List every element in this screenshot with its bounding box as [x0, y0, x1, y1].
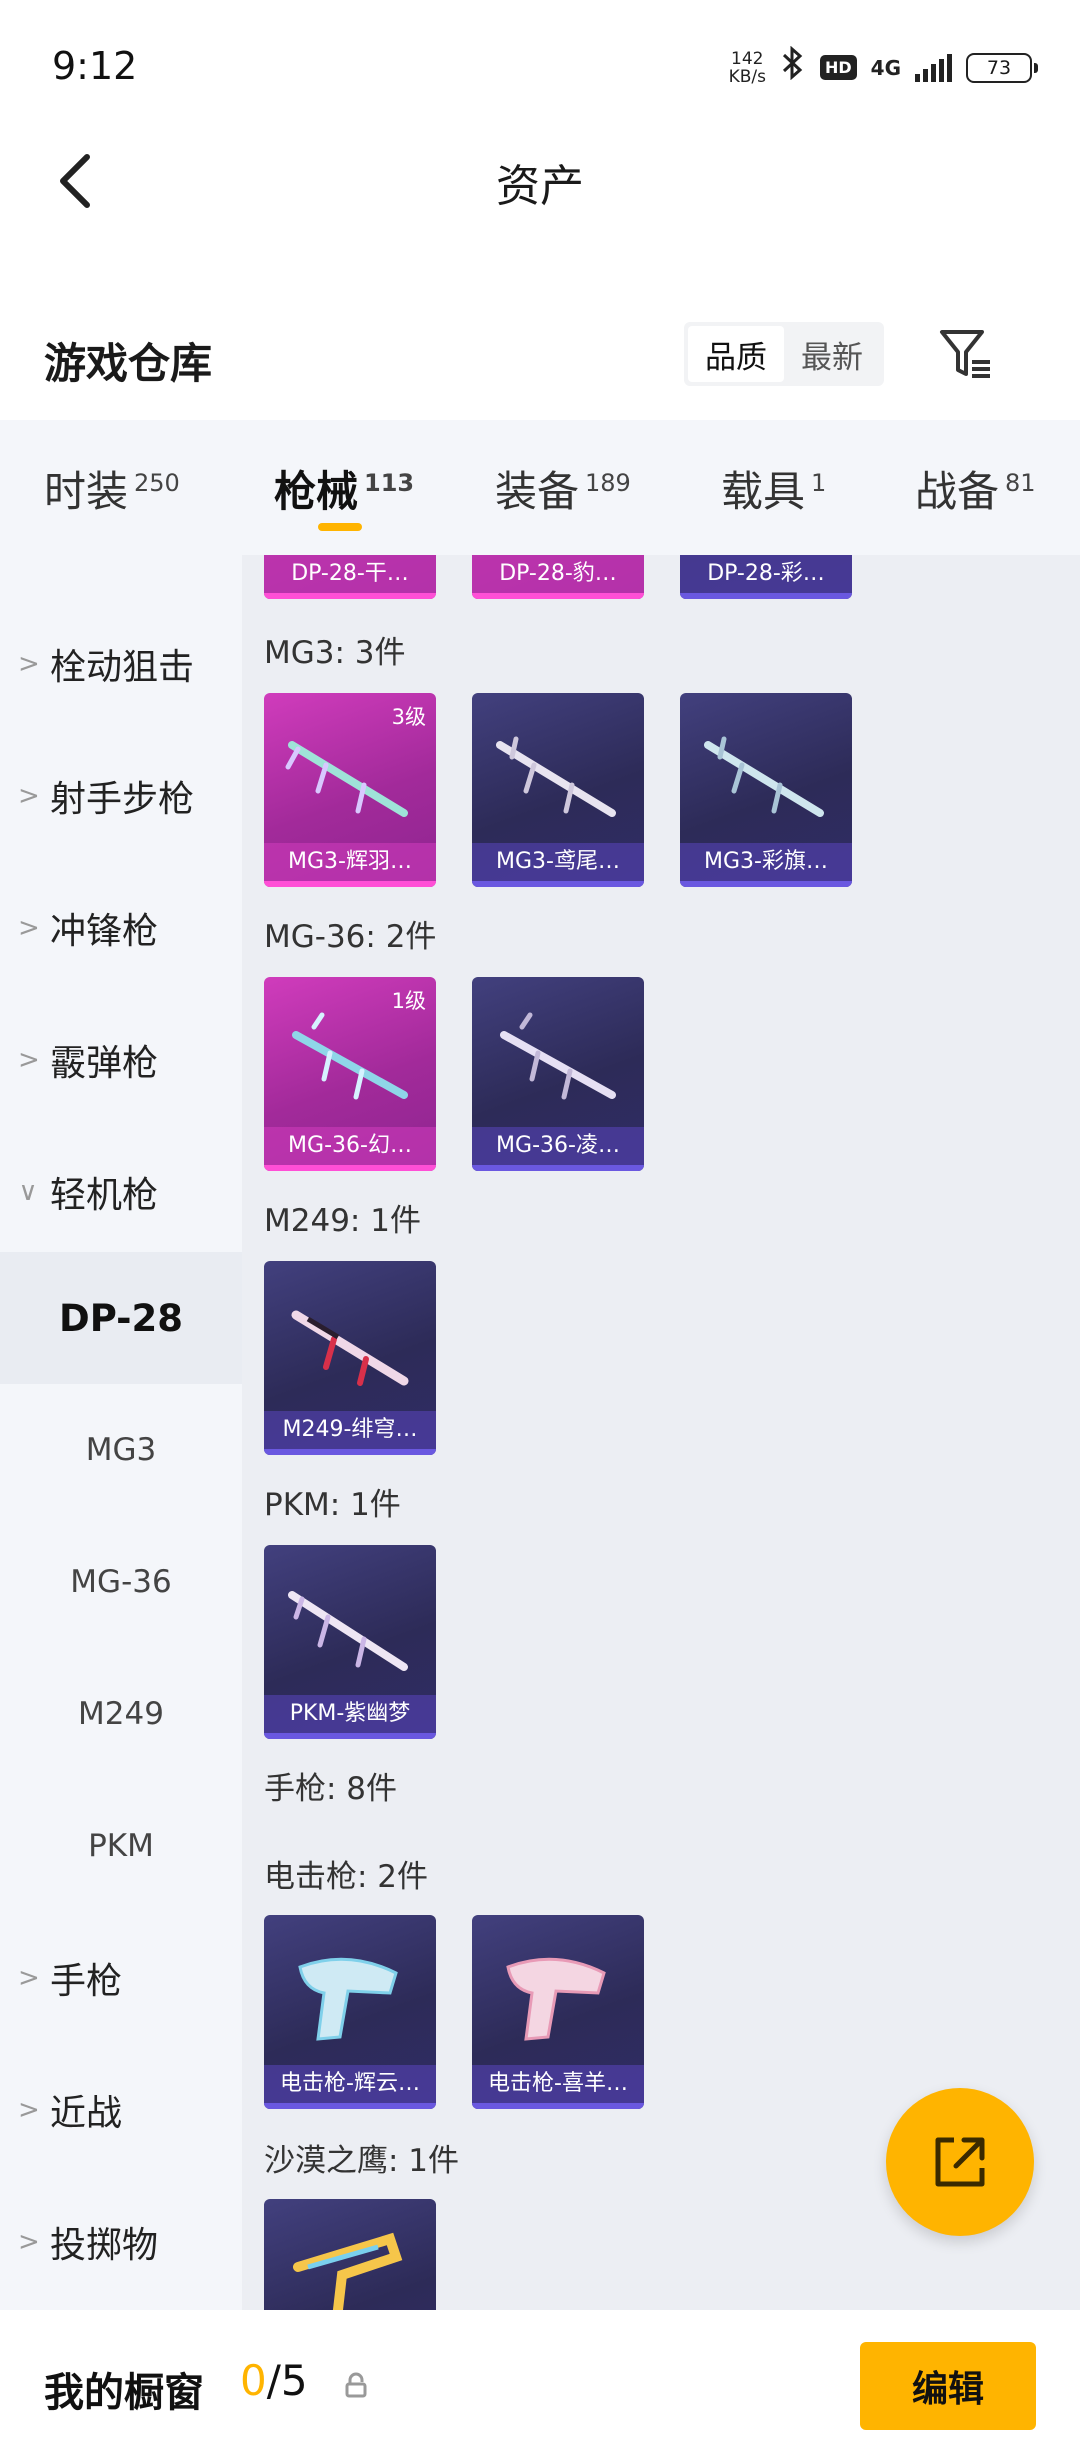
sidebar-item-smg[interactable]: > 冲锋枪 [0, 862, 242, 994]
machine-gun-image [285, 741, 408, 817]
network-type: 4G [870, 55, 901, 80]
sidebar-sub-mg3[interactable]: MG3 [0, 1384, 242, 1516]
chevron-right-icon: > [18, 2095, 40, 2125]
machine-gun-image [288, 1591, 408, 1671]
chevron-right-icon: > [18, 781, 40, 811]
machine-gun-image [291, 1310, 409, 1386]
skin-card[interactable]: MG-36-凌… [472, 977, 644, 1171]
sidebar-item-pistol[interactable]: > 手枪 [0, 1912, 242, 2044]
status-icons: 142 KB/s HD 4G 73 [728, 45, 1038, 89]
battery-icon: 73 [966, 52, 1038, 83]
group-title: MG-36: 2件 [264, 919, 437, 955]
weapon-category-sidebar: > 栓动狙击 > 射手步枪 > 冲锋枪 > 霰弹枪 ∨ 轻机枪 DP-28 MG… [0, 555, 242, 2310]
app-header: 资产 [0, 130, 1080, 250]
active-tab-indicator [318, 523, 362, 531]
share-icon [935, 2137, 985, 2187]
chevron-right-icon: > [18, 1963, 40, 1993]
skin-card[interactable]: 3级 MG3-辉羽… [264, 693, 436, 887]
network-speed: 142 KB/s [728, 48, 766, 87]
signal-icon [915, 53, 952, 82]
skin-card[interactable]: DP-28-豹… [472, 555, 644, 599]
sidebar-item-melee[interactable]: > 近战 [0, 2044, 242, 2176]
filter-icon[interactable] [934, 322, 998, 386]
weapon-skin-grid: DP-28-干… DP-28-豹… DP-28-彩… MG3: 3件 3级 MG… [242, 555, 1080, 2310]
chevron-right-icon: > [18, 2227, 40, 2257]
rifle-image [292, 1012, 408, 1100]
category-tabs: 时装 250 枪械 113 装备 189 载具 1 战备 81 [0, 420, 1080, 555]
stun-gun-image [506, 1957, 606, 2041]
group-title: MG3: 3件 [264, 635, 406, 671]
skin-card[interactable]: DP-28-干… [264, 555, 436, 599]
machine-gun-image [496, 736, 616, 817]
chevron-right-icon: > [18, 913, 40, 943]
chevron-right-icon: > [18, 1045, 40, 1075]
group-title: PKM: 1件 [264, 1487, 401, 1523]
sidebar-sub-pkm[interactable]: PKM [0, 1780, 242, 1912]
page-title: 资产 [496, 161, 584, 212]
skin-card[interactable] [264, 2199, 436, 2310]
sort-toggle: 品质 最新 [684, 322, 884, 386]
tab-vehicles[interactable]: 载具 1 [721, 458, 826, 519]
pistol-image [293, 2232, 403, 2310]
sidebar-sub-dp28[interactable]: DP-28 [0, 1252, 242, 1384]
warehouse-title: 游戏仓库 [44, 339, 213, 388]
skin-card[interactable]: 1级 MG-36-幻… [264, 977, 436, 1171]
group-title: 沙漠之鹰: 1件 [264, 2143, 460, 2179]
sidebar-item-lmg[interactable]: ∨ 轻机枪 [0, 1126, 242, 1258]
share-fab-button[interactable] [886, 2088, 1034, 2236]
status-bar: 9:12 142 KB/s HD 4G 73 [0, 0, 1080, 130]
tab-firearms[interactable]: 枪械 113 [274, 458, 414, 519]
group-title: 电击枪: 2件 [264, 1859, 429, 1895]
skin-card[interactable]: 电击枪-喜羊… [472, 1915, 644, 2109]
stun-gun-image [298, 1957, 398, 2041]
skin-card[interactable]: PKM-紫幽梦 [264, 1545, 436, 1739]
showcase-bar: 我的橱窗 0/5 编辑 [0, 2310, 1080, 2460]
skin-card[interactable]: 电击枪-辉云… [264, 1915, 436, 2109]
skin-card[interactable]: DP-28-彩… [680, 555, 852, 599]
tab-equipment[interactable]: 装备 189 [495, 458, 631, 519]
skin-card[interactable]: M249-绯穹… [264, 1261, 436, 1455]
sort-by-quality[interactable]: 品质 [688, 326, 784, 382]
group-title: 手枪: 8件 [264, 1771, 398, 1807]
tab-supplies[interactable]: 战备 81 [915, 458, 1036, 519]
sidebar-item-bolt-action[interactable]: > 栓动狙击 [0, 598, 242, 730]
sidebar-item-shotgun[interactable]: > 霰弹枪 [0, 994, 242, 1126]
skin-card[interactable]: MG3-鸢尾… [472, 693, 644, 887]
group-title: M249: 1件 [264, 1203, 421, 1239]
hd-icon: HD [819, 55, 857, 80]
sort-by-newest[interactable]: 最新 [784, 326, 880, 382]
sidebar-sub-m249[interactable]: M249 [0, 1648, 242, 1780]
sidebar-sub-mg36[interactable]: MG-36 [0, 1516, 242, 1648]
lock-icon [344, 2372, 368, 2402]
rifle-image [500, 1012, 616, 1100]
edit-button[interactable]: 编辑 [860, 2342, 1036, 2430]
machine-gun-image [704, 736, 824, 817]
skin-card[interactable]: MG3-彩旗… [680, 693, 852, 887]
status-time: 9:12 [52, 44, 138, 88]
showcase-label: 我的橱窗 [44, 2370, 204, 2416]
sidebar-item-marksman-rifle[interactable]: > 射手步枪 [0, 730, 242, 862]
sidebar-item-throwables[interactable]: > 投掷物 [0, 2176, 242, 2308]
bluetooth-icon [780, 45, 806, 89]
chevron-right-icon: > [18, 649, 40, 679]
showcase-count: 0/5 [240, 2356, 308, 2405]
tab-fashion[interactable]: 时装 250 [44, 458, 180, 519]
chevron-down-icon: ∨ [18, 1177, 38, 1207]
